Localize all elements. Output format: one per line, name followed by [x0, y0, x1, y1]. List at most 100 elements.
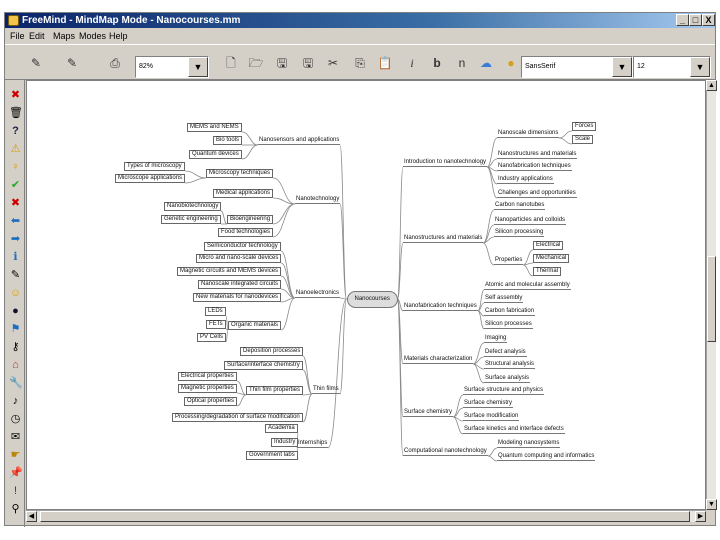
node-nanoscale-integrated-circuits[interactable]: Nanoscale integrated circuits: [198, 280, 282, 289]
node-nanoparticles-and-colloids[interactable]: Nanoparticles and colloids: [494, 217, 567, 225]
node-surface-structure-and-physics[interactable]: Surface structure and physics: [463, 387, 545, 395]
node-medical-applications[interactable]: Medical applications: [213, 189, 274, 198]
smiley-icon[interactable]: ☺: [9, 287, 22, 300]
node-surface-chemistry[interactable]: Surface chemistry: [463, 400, 514, 408]
flag-icon[interactable]: ⚑: [9, 323, 22, 336]
node-pv-cells[interactable]: PV Cells: [197, 333, 227, 342]
cross-icon[interactable]: ✖: [9, 197, 22, 210]
node-thermal[interactable]: Thermal: [533, 267, 562, 276]
node-electrical-properties[interactable]: Electrical properties: [178, 372, 237, 381]
node-bio-tools[interactable]: Bio tools: [213, 136, 243, 145]
node-government-labs[interactable]: Government labs: [246, 451, 298, 460]
node-atomic-and-molecular-assembly[interactable]: Atomic and molecular assembly: [484, 282, 571, 290]
open-folder-icon[interactable]: 🗁: [247, 54, 265, 72]
node-new-materials-for-nanodevices[interactable]: New materials for nanodevices: [193, 293, 282, 302]
node-nanosensors-and-applications[interactable]: Nanosensors and applications: [258, 137, 341, 145]
pin-icon[interactable]: 📌: [9, 467, 23, 480]
vertical-scroll-thumb[interactable]: [707, 256, 716, 342]
node-surface-chemistry[interactable]: Surface chemistry: [403, 409, 454, 417]
node-carbon-nanotubes[interactable]: Carbon nanotubes: [494, 202, 546, 210]
question-icon[interactable]: ?: [9, 125, 22, 138]
node-surface-analysis[interactable]: Surface analysis: [484, 375, 531, 383]
node-optical-properties[interactable]: Optical properties: [184, 397, 238, 406]
normal-button[interactable]: n: [453, 54, 471, 72]
remove-icon[interactable]: ✖: [9, 89, 22, 102]
idea-icon[interactable]: ♀: [9, 161, 22, 174]
node-microscope-applications[interactable]: Microscope applications: [115, 174, 186, 183]
attach-icon[interactable]: ⚲: [9, 503, 22, 516]
node-nanoscale-dimensions[interactable]: Nanoscale dimensions: [497, 130, 560, 138]
chevron-down-icon[interactable]: ▼: [188, 57, 208, 77]
menu-modes[interactable]: Modes: [79, 28, 106, 44]
scroll-right-icon[interactable]: ▶: [695, 511, 706, 522]
wrench-icon[interactable]: 🔧: [9, 377, 23, 390]
node-quantum-computing-and-informatics[interactable]: Quantum computing and informatics: [497, 453, 596, 461]
menu-edit[interactable]: Edit: [29, 28, 45, 44]
save-as-icon[interactable]: 🖫: [299, 54, 317, 72]
node-food-technologies[interactable]: Food technologies: [218, 228, 274, 237]
new-map-icon[interactable]: 🗋: [222, 54, 240, 72]
node-defect-analysis[interactable]: Defect analysis: [484, 349, 527, 357]
vertical-scrollbar[interactable]: ▲ ▼: [706, 80, 717, 510]
node-electrical[interactable]: Electrical: [533, 241, 564, 250]
scroll-left-icon[interactable]: ◀: [26, 511, 37, 522]
cloud-icon[interactable]: ☁: [477, 54, 495, 72]
node-silicon-processing[interactable]: Silicon processing: [494, 229, 545, 237]
node-thin-films[interactable]: Thin films: [312, 386, 340, 394]
node-processing-degradation-of-surface-modification[interactable]: Processing/degradation of surface modifi…: [172, 413, 303, 422]
forward-arrow-icon[interactable]: ➡: [9, 233, 22, 246]
node-surface-kinetics-and-interface-defects[interactable]: Surface kinetics and interface defects: [463, 426, 565, 434]
warning-icon[interactable]: ⚠: [9, 143, 22, 156]
zoom-select[interactable]: 82% ▼: [135, 56, 209, 78]
cut-icon[interactable]: ✂: [324, 54, 342, 72]
node-nanobiotechnology[interactable]: Nanobiotechnology: [164, 202, 222, 211]
node-nanofabrication-techniques[interactable]: Nanofabrication techniques: [497, 163, 572, 171]
node-deposition-processes[interactable]: Deposition processes: [240, 347, 304, 356]
node-properties[interactable]: Properties: [494, 257, 524, 265]
node-types-of-microscopy[interactable]: Types of microscopy: [124, 162, 185, 171]
node-organic-materials[interactable]: Organic materials: [228, 321, 282, 330]
print-icon[interactable]: ⎙: [106, 54, 124, 72]
menu-file[interactable]: File: [10, 28, 25, 44]
copy-icon[interactable]: ⎘: [351, 54, 369, 72]
node-semiconductor-technology[interactable]: Semiconductor technology: [204, 242, 281, 251]
node-nanostructures-and-materials[interactable]: Nanostructures and materials: [403, 235, 484, 243]
node-bioengineering[interactable]: Bioengineering: [227, 215, 274, 224]
node-quantum-devices[interactable]: Quantum devices: [189, 150, 242, 159]
music-icon[interactable]: ♪: [9, 395, 22, 408]
maximize-button[interactable]: □: [689, 14, 702, 26]
node-academia[interactable]: Academia: [265, 424, 298, 433]
node-microscopy-techniques[interactable]: Microscopy techniques: [206, 169, 274, 178]
mail-icon[interactable]: ✉: [9, 431, 22, 444]
node-carbon-fabrication[interactable]: Carbon fabrication: [484, 308, 536, 316]
priority-icon[interactable]: !: [9, 485, 22, 498]
node-nanofabrication-techniques[interactable]: Nanofabrication techniques: [403, 303, 478, 311]
scroll-up-icon[interactable]: ▲: [706, 80, 717, 91]
mindmap-canvas[interactable]: Nanocourses Introduction to nanotechnolog…: [26, 80, 706, 510]
node-center-root[interactable]: Nanocourses: [346, 290, 398, 308]
node-thin-film-properties[interactable]: Thin film properties: [246, 386, 304, 395]
trash-icon[interactable]: 🗑: [9, 107, 23, 120]
node-imaging[interactable]: Imaging: [484, 335, 508, 343]
next-map-icon[interactable]: ✎: [63, 54, 81, 72]
horizontal-scroll-thumb[interactable]: [40, 511, 690, 522]
minimize-button[interactable]: _: [676, 14, 689, 26]
bomb-icon[interactable]: ●: [9, 305, 22, 318]
chevron-down-icon[interactable]: ▼: [690, 57, 710, 77]
node-industry[interactable]: Industry: [271, 438, 299, 447]
node-silicon-processes[interactable]: Silicon processes: [484, 321, 533, 329]
node-surface-interface-chemistry[interactable]: Surface/interface chemistry: [224, 361, 303, 370]
menu-help[interactable]: Help: [109, 28, 128, 44]
horizontal-scrollbar[interactable]: ◀ ▶: [26, 510, 706, 522]
node-forces[interactable]: Forces: [572, 122, 597, 131]
node-modeling-nanosystems[interactable]: Modeling nanosystems: [497, 440, 561, 448]
node-leds[interactable]: LEDs: [205, 307, 226, 316]
node-magnetic-properties[interactable]: Magnetic properties: [178, 384, 237, 393]
previous-map-icon[interactable]: ✎: [27, 54, 45, 72]
pencil-icon[interactable]: ✎: [9, 269, 22, 282]
node-micro-and-nano-scale-devices[interactable]: Micro and nano-scale devices: [196, 254, 282, 263]
info-icon[interactable]: ℹ: [9, 251, 22, 264]
check-icon[interactable]: ✔: [9, 179, 22, 192]
save-icon[interactable]: 🖫: [273, 54, 291, 72]
node-scale[interactable]: Scale: [572, 135, 594, 144]
